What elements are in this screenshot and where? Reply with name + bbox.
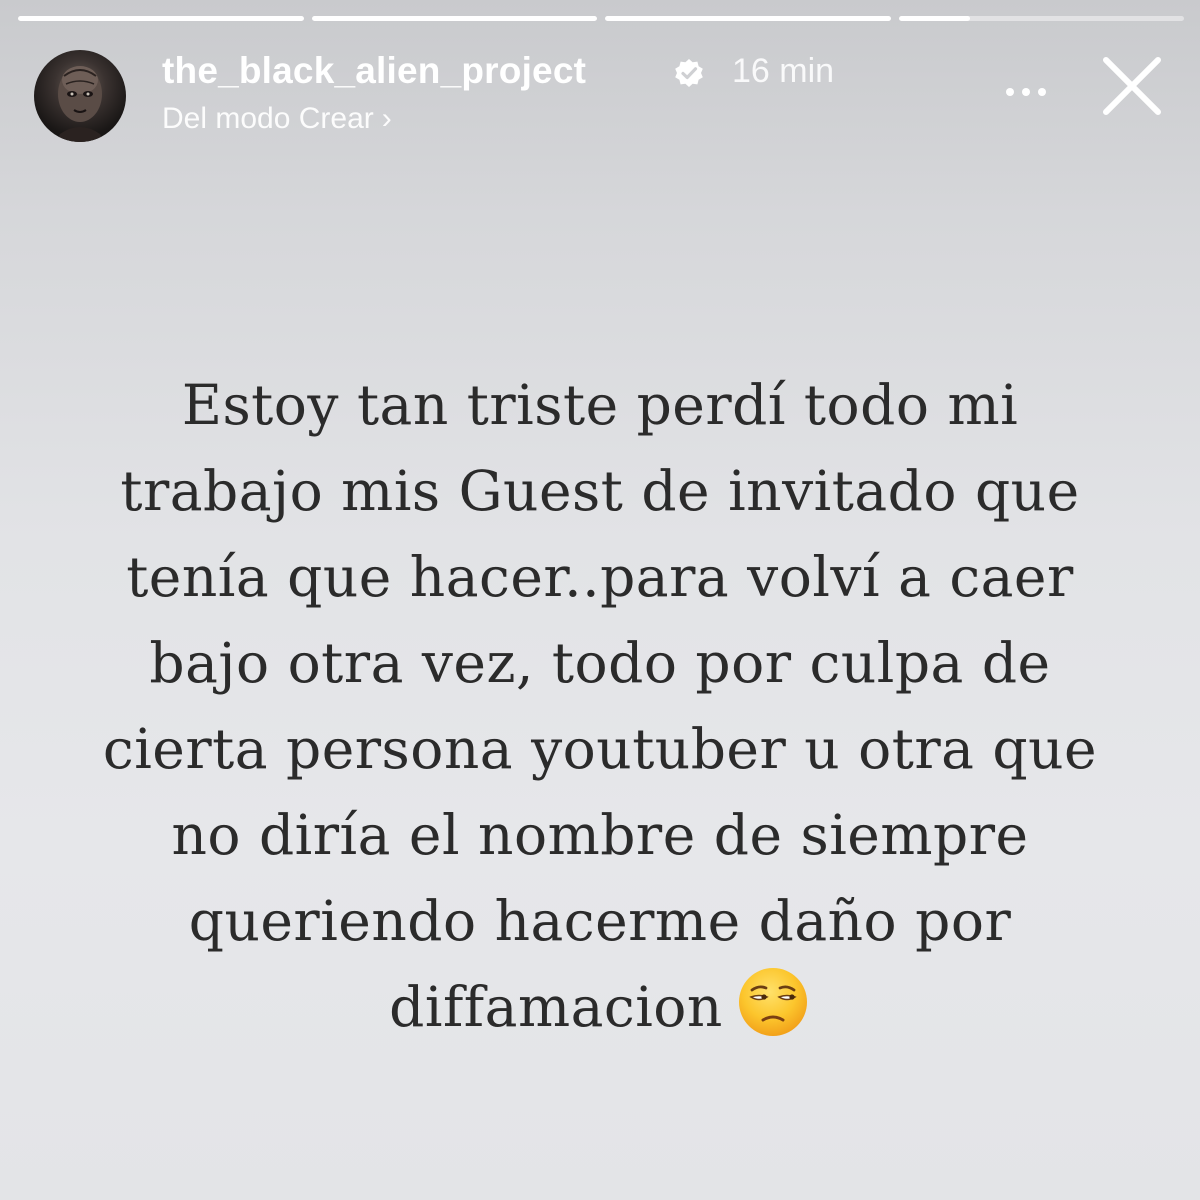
- close-icon[interactable]: [1094, 48, 1170, 124]
- story-line: bajo otra vez, todo por culpa de: [149, 631, 1051, 695]
- progress-fill: [898, 16, 970, 21]
- story-line-last: diffamacion: [20, 964, 1180, 1050]
- story-line: trabajo mis Guest de invitado que: [120, 459, 1080, 523]
- verified-badge-icon: [675, 59, 703, 87]
- more-horizontal-icon[interactable]: [996, 66, 1056, 116]
- progress-segment-1: [18, 16, 304, 21]
- progress-segment-3: [605, 16, 891, 21]
- story-line: Estoy tan triste perdí todo mi: [181, 373, 1019, 437]
- subline-label: Del modo Crear: [162, 102, 374, 135]
- avatar[interactable]: [34, 50, 126, 142]
- progress-fill: [311, 16, 597, 21]
- avatar-image: [56, 66, 104, 142]
- progress-fill: [605, 16, 891, 21]
- create-mode-link[interactable]: Del modo Crear ›: [162, 102, 392, 136]
- progress-fill: [18, 16, 304, 21]
- progress-segment-4: [898, 16, 1184, 21]
- post-time: 16 min: [732, 52, 835, 90]
- story-line-text: diffamacion: [389, 975, 723, 1039]
- story-line: no diría el nombre de siempre: [171, 803, 1029, 867]
- story-line: cierta persona youtuber u otra que: [102, 717, 1098, 781]
- story-text: Estoy tan triste perdí todo mi trabajo m…: [20, 362, 1180, 1050]
- unamused-face-emoji-icon: [735, 964, 811, 1040]
- story-header: the_black_alien_project 16 min Del modo …: [34, 44, 1176, 144]
- story-line: tenía que hacer..para volví a caer: [126, 545, 1074, 609]
- story-line: queriendo hacerme daño por: [188, 889, 1012, 953]
- progress-segment-2: [311, 16, 597, 21]
- story-progress-bar: [18, 16, 1184, 21]
- username[interactable]: the_black_alien_project: [162, 50, 586, 92]
- chevron-right-icon: ›: [381, 102, 392, 135]
